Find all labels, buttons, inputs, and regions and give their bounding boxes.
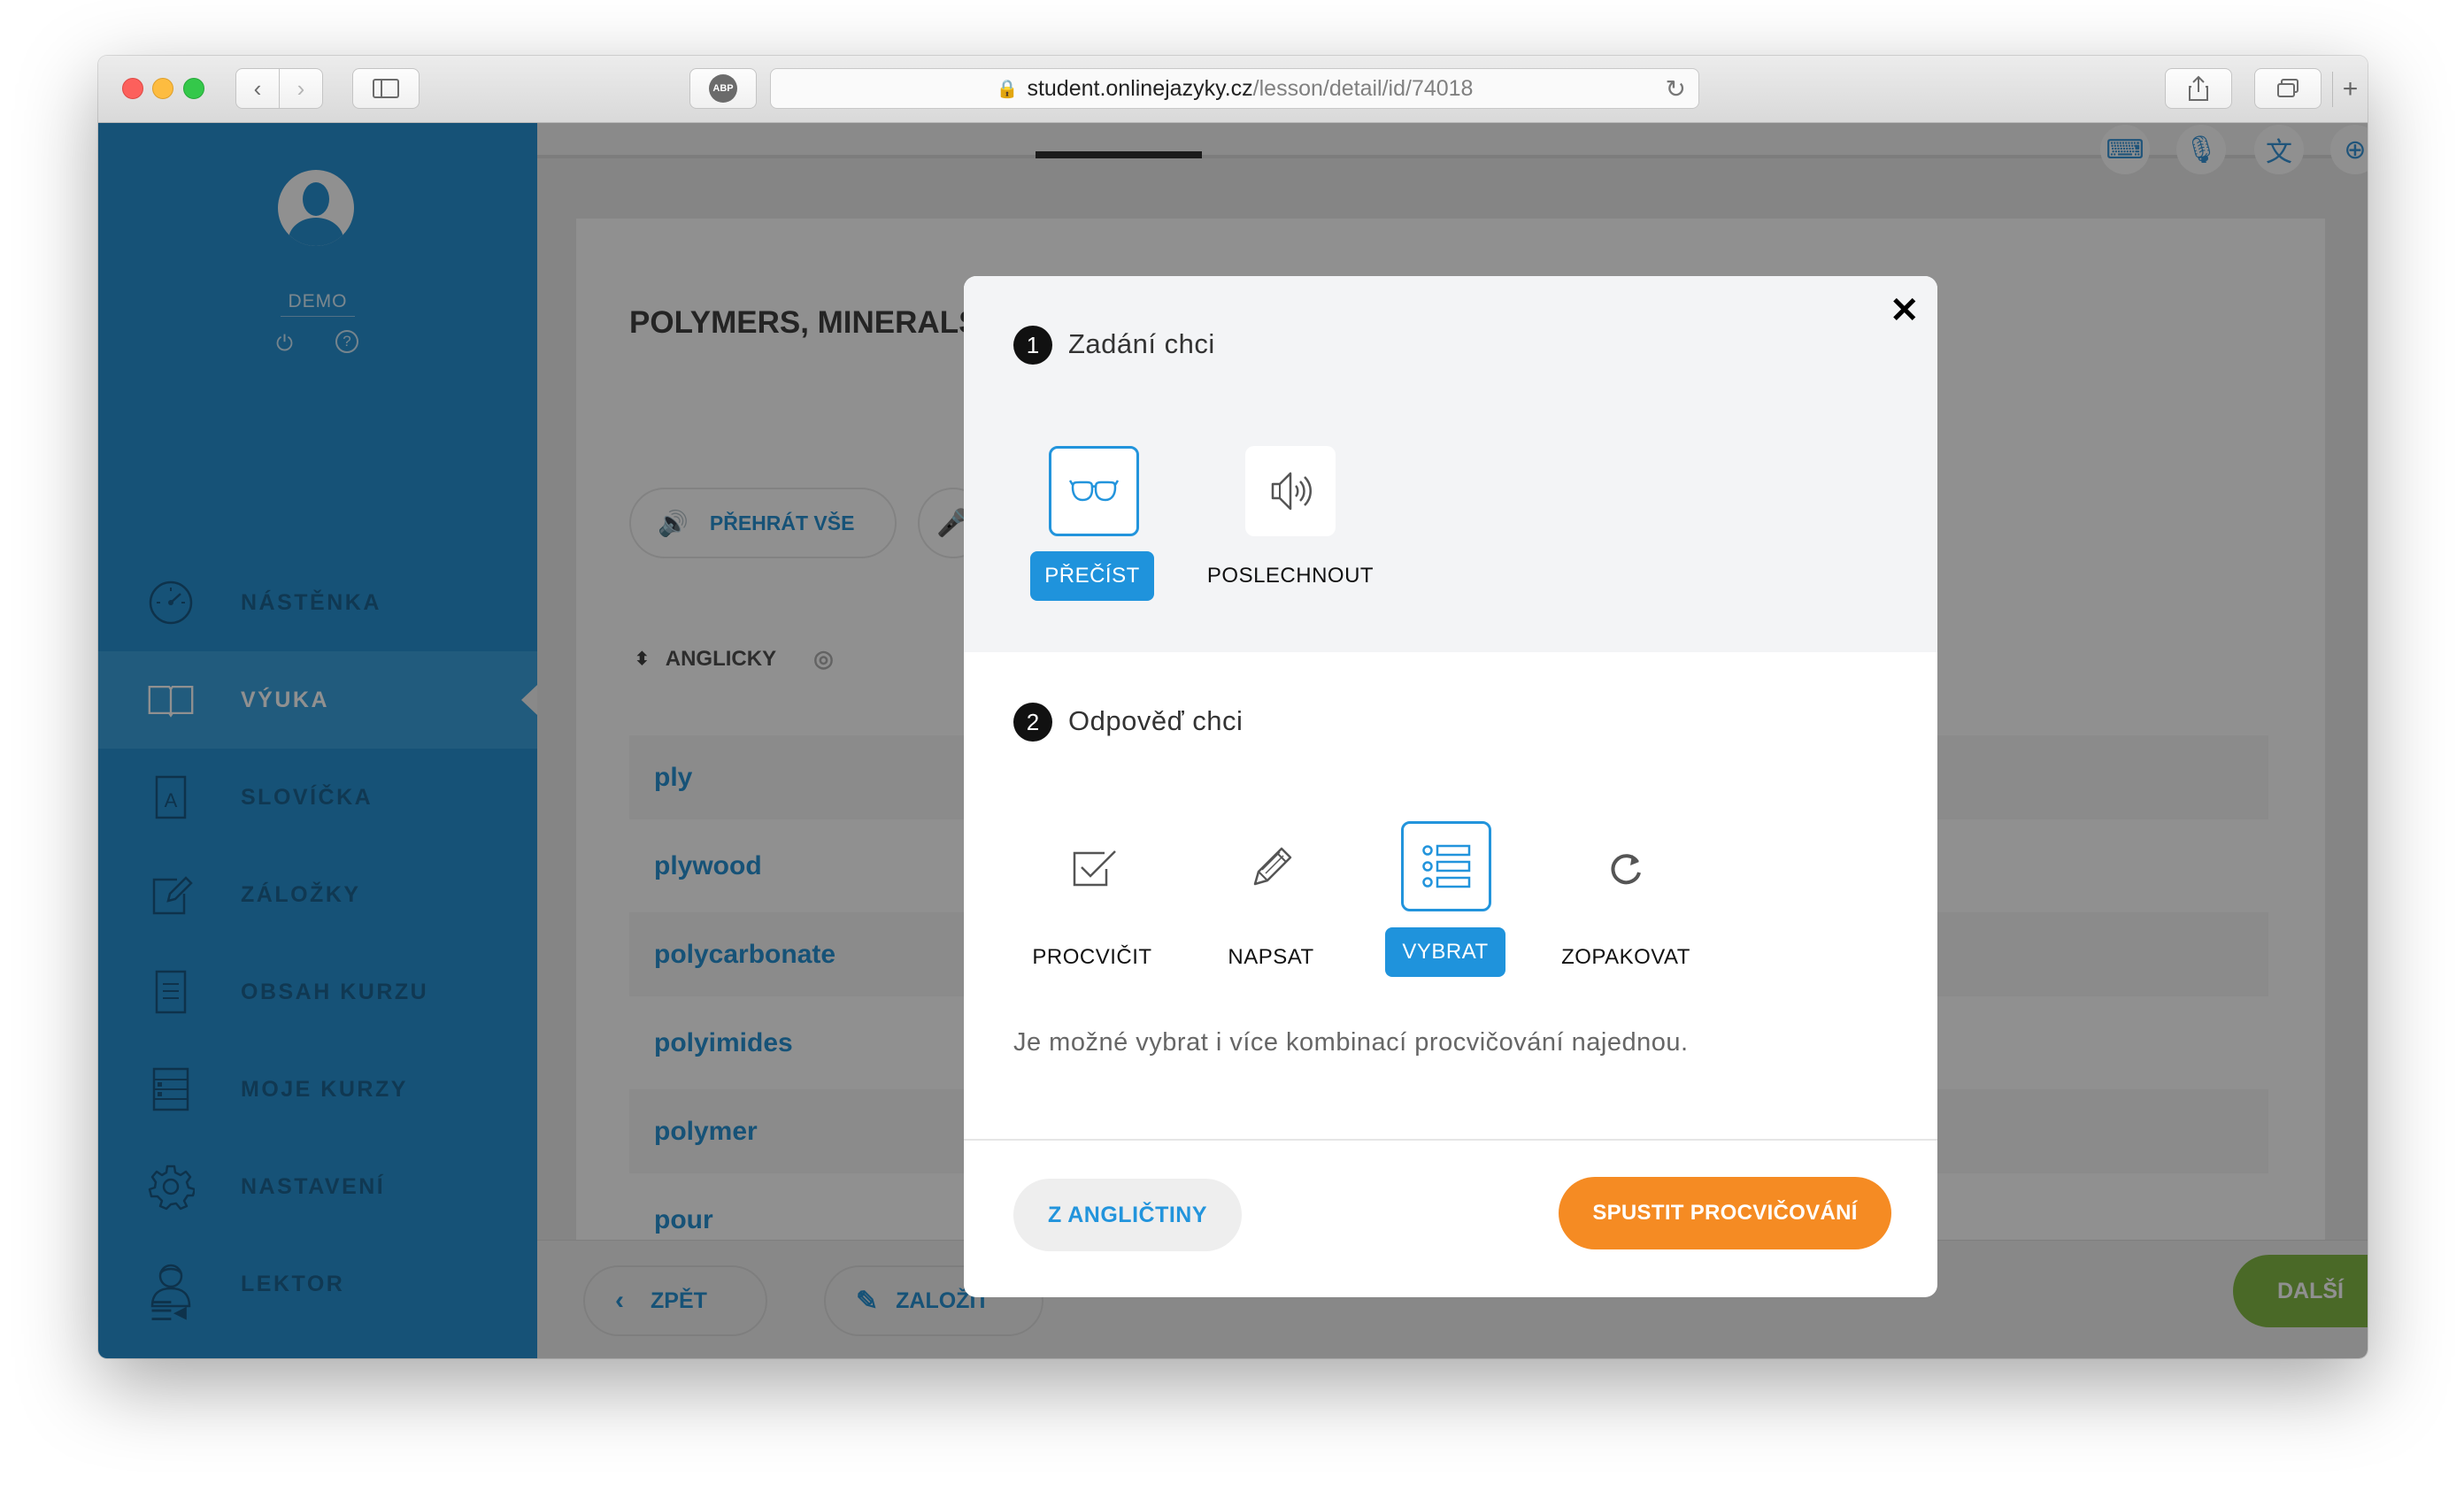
step-number-badge: 2 [1013,703,1052,742]
choice-list-icon [1422,844,1471,888]
modal-divider [964,1139,1937,1141]
option-practice-label[interactable]: PROCVIČIT [999,933,1185,982]
option-select-button[interactable] [1401,821,1491,911]
option-write-button[interactable] [1226,823,1316,913]
repeat-icon [1611,854,1641,885]
chevron-right-icon: › [296,74,305,102]
show-tabs-button[interactable] [2254,68,2322,109]
window-close-button[interactable] [122,78,143,99]
pencil-icon [1253,847,1292,886]
option-repeat-label[interactable]: ZOPAKOVAT [1535,933,1717,982]
option-listen-label[interactable]: POSLECHNOUT [1200,551,1381,601]
adblock-button[interactable]: ABP [689,68,757,109]
close-icon[interactable]: ✕ [1890,290,1920,331]
browser-forward-button[interactable]: › [279,68,323,109]
option-listen-button[interactable] [1245,446,1336,536]
option-write-label[interactable]: NAPSAT [1208,933,1334,982]
plus-icon: + [2342,74,2359,104]
translation-direction-button[interactable]: Z ANGLIČTINY [1013,1179,1242,1251]
adblock-icon: ABP [709,74,737,103]
option-select-label[interactable]: VYBRAT [1385,927,1505,977]
url-domain: student.onlinejazyky.cz [1027,75,1253,101]
browser-back-button[interactable]: ‹ [235,68,280,109]
start-practice-button[interactable]: SPUSTIT PROCVIČOVÁNÍ [1559,1177,1891,1249]
share-icon [2189,75,2208,101]
reload-icon[interactable]: ↻ [1666,74,1686,104]
tabs-overview-icon [2277,79,2298,97]
hint-text: Je možné vybrat i více kombinací procvič… [1013,1028,1689,1057]
address-bar[interactable]: 🔒 student.onlinejazyky.cz/lesson/detail/… [770,68,1699,109]
url-path: /lesson/detail/id/74018 [1252,75,1474,101]
lock-icon: 🔒 [996,79,1019,99]
chevron-left-icon: ‹ [253,74,262,102]
new-tab-button[interactable]: + [2332,72,2368,107]
option-read-button[interactable] [1049,446,1139,536]
share-button[interactable] [2165,68,2232,109]
sidebar-panel-icon [373,79,399,98]
browser-titlebar: ‹ › ABP 🔒 student.onlinejazyky.cz/lesson… [98,56,2368,123]
window-maximize-button[interactable] [183,78,204,99]
practice-settings-modal: ✕ 1 Zadání chci PŘEČÍST POSLECHNOUT 2 Od… [964,276,1937,1297]
step-title: Odpověď chci [1068,705,1244,736]
adblock-label: ABP [712,83,734,94]
option-read-label[interactable]: PŘEČÍST [1030,551,1154,601]
window-minimize-button[interactable] [152,78,173,99]
option-repeat-button[interactable] [1581,823,1671,913]
step-number-badge: 1 [1013,326,1052,365]
step-title: Zadání chci [1068,328,1215,359]
reading-glasses-icon [1069,480,1119,502]
checkbox-check-icon [1073,850,1116,887]
browser-sidebar-toggle[interactable] [352,68,420,109]
option-practice-button[interactable] [1049,823,1139,913]
speaker-icon [1271,472,1312,511]
